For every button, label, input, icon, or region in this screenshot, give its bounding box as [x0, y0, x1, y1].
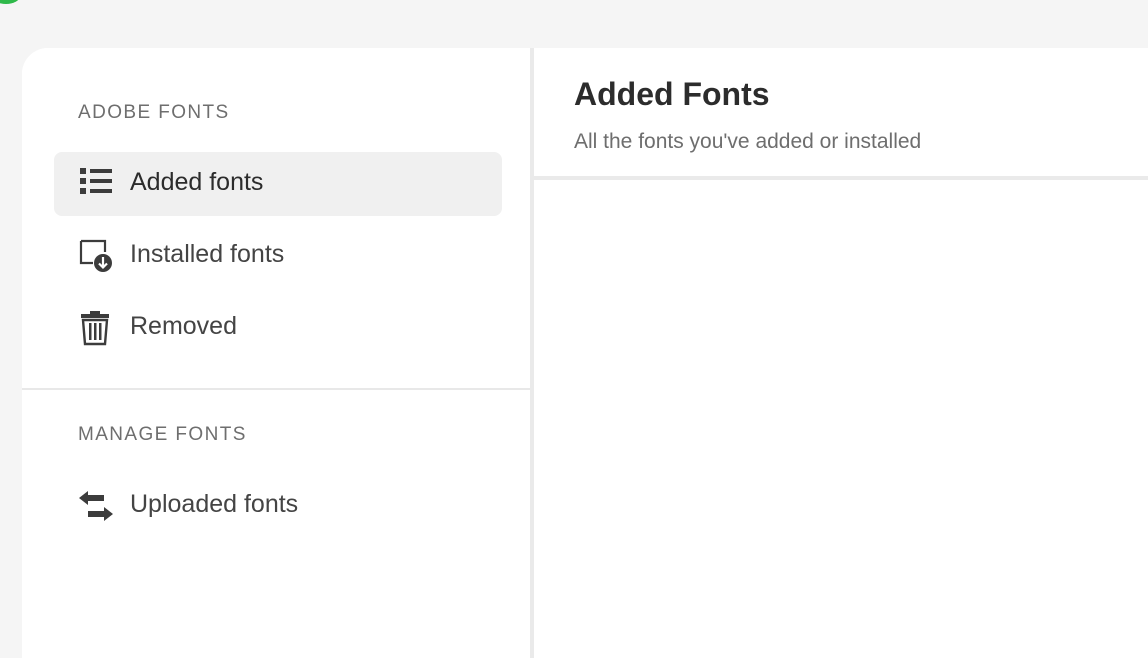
sidebar-item-installed-fonts[interactable]: Installed fonts: [54, 224, 502, 288]
sidebar-item-label: Removed: [130, 312, 237, 340]
trash-icon: [81, 311, 109, 346]
app-window: ADOBE FONTS Added fonts Installed fonts: [22, 48, 1148, 658]
page-subtitle: All the fonts you've added or installed: [574, 130, 922, 153]
section-divider: [22, 388, 530, 390]
window-status-dot: [0, 0, 20, 4]
main-content: Added Fonts All the fonts you've added o…: [534, 48, 1148, 658]
sidebar-item-added-fonts[interactable]: Added fonts: [54, 152, 502, 216]
page-title: Added Fonts: [574, 76, 770, 112]
sidebar-item-label: Uploaded fonts: [130, 490, 299, 518]
sidebar-item-uploaded-fonts[interactable]: Uploaded fonts: [54, 474, 502, 538]
sidebar-item-label: Added fonts: [130, 168, 264, 196]
installed-download-icon: [79, 239, 112, 272]
list-icon: [80, 168, 112, 194]
sidebar: ADOBE FONTS Added fonts Installed fonts: [22, 48, 530, 658]
sidebar-item-label: Installed fonts: [130, 240, 285, 268]
header-divider: [534, 176, 1148, 180]
section-heading-manage-fonts: MANAGE FONTS: [78, 424, 247, 445]
section-heading-adobe-fonts: ADOBE FONTS: [78, 102, 230, 123]
sidebar-item-removed[interactable]: Removed: [54, 296, 502, 360]
swap-arrows-icon: [79, 491, 113, 521]
